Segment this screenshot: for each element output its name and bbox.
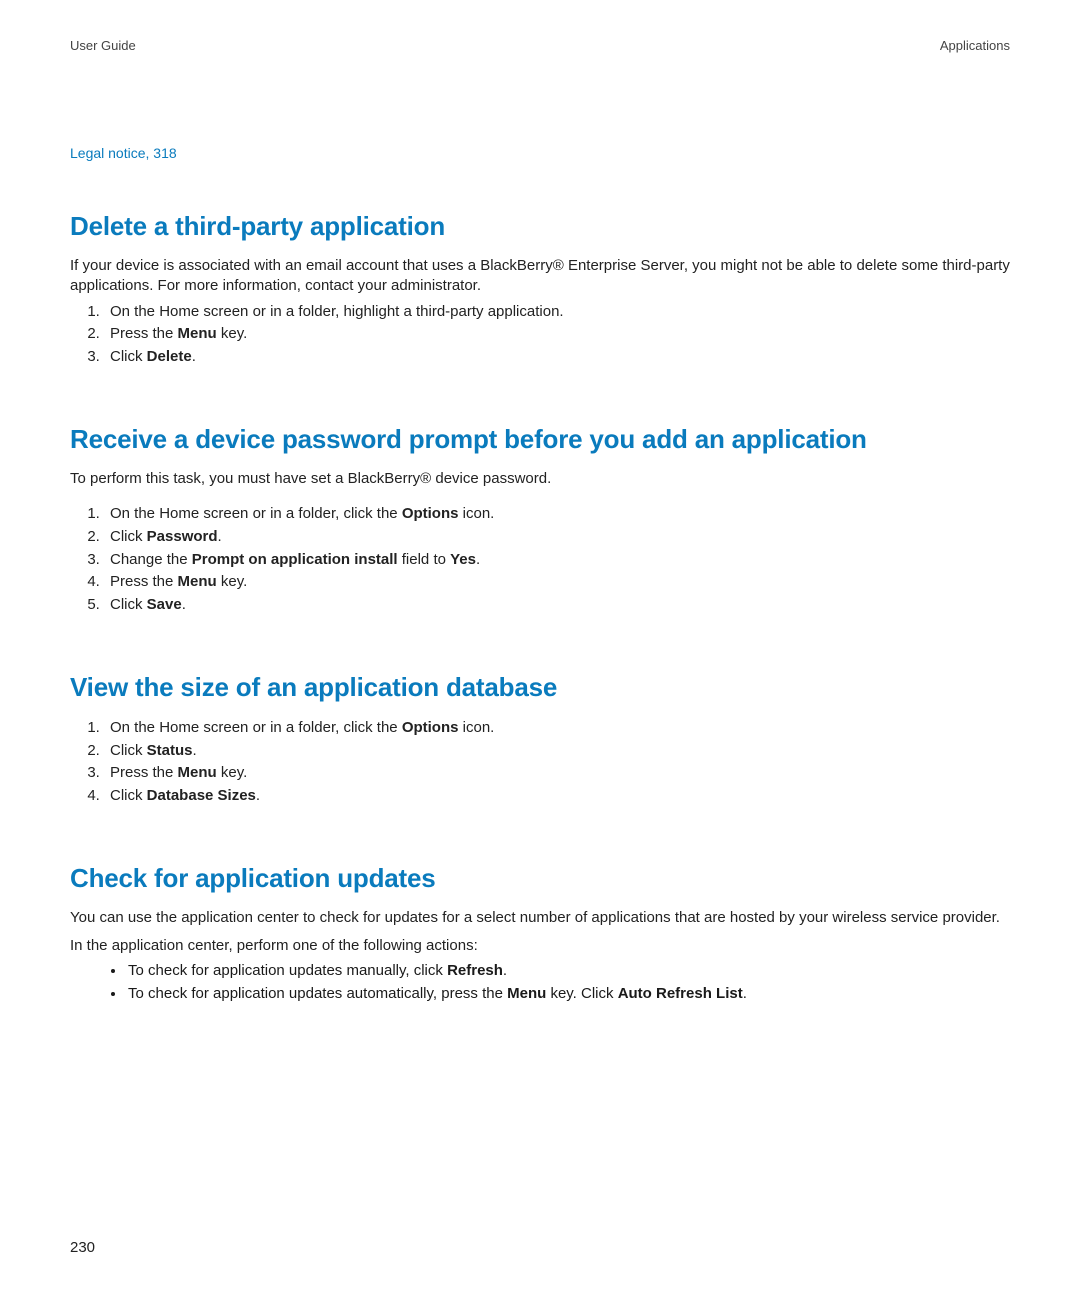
legal-notice-link[interactable]: Legal notice, 318 [70, 145, 1010, 161]
step-item: Click Delete. [104, 346, 1010, 368]
step-item: On the Home screen or in a folder, highl… [104, 301, 1010, 323]
bullet-list: To check for application updates manuall… [70, 960, 1010, 1005]
step-list: On the Home screen or in a folder, click… [70, 503, 1010, 616]
step-item: Press the Menu key. [104, 571, 1010, 593]
bullet-item: To check for application updates manuall… [126, 960, 1010, 982]
page-header: User Guide Applications [70, 38, 1010, 53]
step-item: Click Password. [104, 526, 1010, 548]
document-page: User Guide Applications Legal notice, 31… [0, 0, 1080, 1296]
step-list: On the Home screen or in a folder, click… [70, 717, 1010, 807]
section-intro: To perform this task, you must have set … [70, 469, 1010, 489]
section-view-db-size: View the size of an application database… [70, 672, 1010, 807]
step-item: Click Database Sizes. [104, 785, 1010, 807]
section-intro: If your device is associated with an ema… [70, 256, 1010, 297]
section-title: Check for application updates [70, 863, 1010, 894]
section-title: Receive a device password prompt before … [70, 424, 1010, 455]
step-item: On the Home screen or in a folder, click… [104, 717, 1010, 739]
bullet-item: To check for application updates automat… [126, 983, 1010, 1005]
page-number: 230 [70, 1239, 95, 1256]
step-item: Click Status. [104, 740, 1010, 762]
section-delete-third-party: Delete a third-party application If your… [70, 211, 1010, 368]
step-item: Click Save. [104, 594, 1010, 616]
section-password-prompt: Receive a device password prompt before … [70, 424, 1010, 616]
section-subintro: In the application center, perform one o… [70, 936, 1010, 956]
step-item: Change the Prompt on application install… [104, 549, 1010, 571]
section-intro: You can use the application center to ch… [70, 908, 1010, 928]
section-title: Delete a third-party application [70, 211, 1010, 242]
step-item: On the Home screen or in a folder, click… [104, 503, 1010, 525]
header-right: Applications [940, 38, 1010, 53]
step-item: Press the Menu key. [104, 323, 1010, 345]
header-left: User Guide [70, 38, 136, 53]
section-check-updates: Check for application updates You can us… [70, 863, 1010, 1005]
step-list: On the Home screen or in a folder, highl… [70, 301, 1010, 368]
section-title: View the size of an application database [70, 672, 1010, 703]
step-item: Press the Menu key. [104, 762, 1010, 784]
